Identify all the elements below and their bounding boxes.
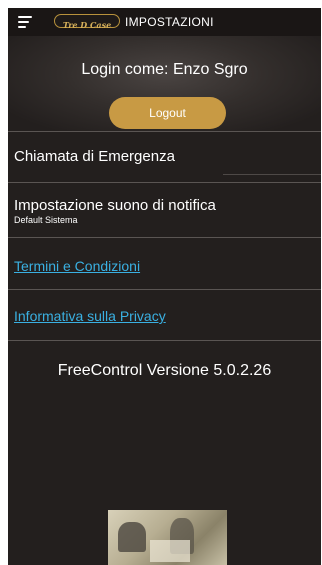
divider [8, 182, 321, 183]
terms-link[interactable]: Termini e Condizioni [14, 258, 140, 274]
emergency-call-item[interactable]: Chiamata di Emergenza [14, 148, 175, 166]
notification-sound-label: Impostazione suono di notifica [14, 197, 216, 214]
divider [8, 340, 321, 341]
promo-image [108, 510, 227, 565]
privacy-link-item[interactable]: Informativa sulla Privacy [14, 307, 166, 326]
page-title: IMPOSTAZIONI [125, 15, 214, 29]
logged-in-user-label: Login come: Enzo Sgro [81, 61, 248, 78]
top-app-bar: Tre D Case IMPOSTAZIONI [8, 8, 321, 36]
privacy-link[interactable]: Informativa sulla Privacy [14, 308, 166, 324]
terms-link-item[interactable]: Termini e Condizioni [14, 257, 140, 276]
divider [8, 131, 321, 132]
notification-sound-value: Default Sistema [14, 215, 78, 225]
brand-logo-text: Tre D Case [62, 20, 112, 30]
logout-button[interactable]: Logout [109, 97, 226, 129]
divider [8, 289, 321, 290]
brand-logo: Tre D Case [54, 14, 120, 30]
notification-sound-item[interactable]: Impostazione suono di notifica Default S… [14, 197, 216, 226]
divider [8, 237, 321, 238]
app-version-label: FreeControl Versione 5.0.2.26 [57, 362, 272, 379]
settings-screen: Tre D Case IMPOSTAZIONI Login come: Enzo… [8, 8, 321, 565]
hamburger-menu-icon[interactable] [18, 16, 32, 28]
emergency-call-label: Chiamata di Emergenza [14, 148, 175, 165]
emergency-call-input-underline [223, 174, 321, 175]
